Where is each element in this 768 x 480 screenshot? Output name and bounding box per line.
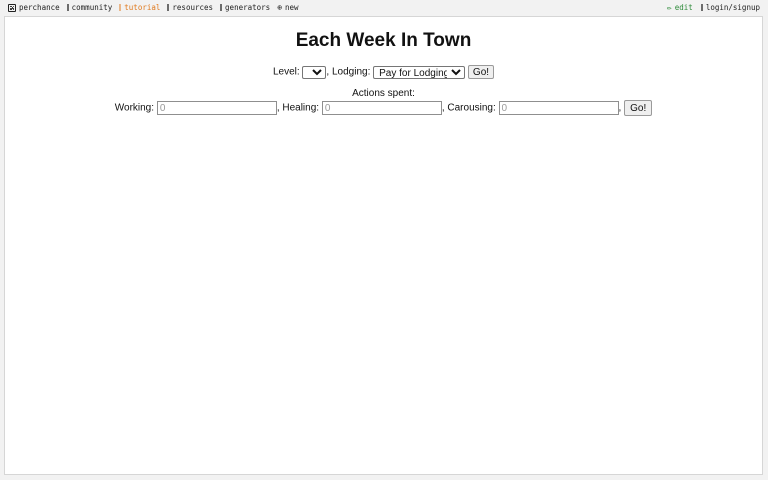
generator-output-panel: Each Week In Town Level: 1 , Lodging: Pa…: [4, 16, 763, 475]
nav-tutorial-label: tutorial: [124, 3, 161, 12]
nav-edit-label: edit: [674, 3, 693, 12]
page-title: Each Week In Town: [295, 30, 472, 51]
lodging-select[interactable]: Pay for Lodging: [373, 65, 466, 79]
nav-right-group: ✏ edit login/signup: [659, 3, 760, 12]
level-label: Level:: [272, 66, 300, 78]
dice-icon: [8, 3, 16, 12]
top-nav-bar: perchance community tutorial resources g…: [0, 0, 768, 16]
pencil-icon: ✏: [666, 2, 672, 12]
healing-input[interactable]: [321, 101, 442, 115]
healing-label: , Healing:: [276, 102, 320, 114]
lodging-label: , Lodging:: [326, 66, 371, 78]
nav-login-link[interactable]: login/signup: [700, 3, 760, 12]
nav-community-label: community: [71, 3, 113, 12]
carousing-label: , Carousing:: [441, 102, 496, 114]
nav-edit-link[interactable]: ✏ edit: [667, 3, 693, 12]
working-label: Working:: [114, 102, 155, 114]
nav-generators-link[interactable]: generators: [220, 3, 270, 12]
nav-perchance-label: perchance: [19, 3, 60, 12]
working-input[interactable]: [156, 101, 277, 115]
nav-tutorial-link[interactable]: tutorial: [119, 3, 160, 12]
level-lodging-form: Level: 1 , Lodging: Pay for Lodging Go!: [5, 65, 762, 79]
nav-generators-label: generators: [225, 3, 271, 12]
nav-resources-link[interactable]: resources: [167, 3, 213, 12]
tutorial-icon: [119, 4, 122, 11]
plus-circle-icon: ⊕: [277, 2, 283, 12]
nav-login-label: login/signup: [705, 3, 760, 12]
nav-perchance-link[interactable]: perchance: [8, 3, 60, 12]
level-go-button[interactable]: Go!: [467, 65, 495, 79]
carousing-input[interactable]: [498, 101, 619, 115]
generators-icon: [220, 4, 223, 11]
user-icon: [700, 4, 703, 11]
nav-new-label: new: [285, 3, 299, 12]
nav-left-group: perchance community tutorial resources g…: [8, 3, 306, 12]
actions-form: Working: , Healing: , Carousing: , Go!: [5, 100, 762, 116]
level-select[interactable]: 1: [302, 65, 327, 79]
nav-new-link[interactable]: ⊕ new: [277, 3, 298, 12]
resources-icon: [167, 4, 170, 11]
actions-go-button[interactable]: Go!: [624, 100, 653, 116]
nav-community-link[interactable]: community: [66, 3, 113, 12]
actions-heading: Actions spent:: [352, 88, 415, 99]
community-icon: [66, 4, 69, 11]
nav-resources-label: resources: [172, 3, 214, 12]
trailing-comma: ,: [618, 102, 622, 114]
